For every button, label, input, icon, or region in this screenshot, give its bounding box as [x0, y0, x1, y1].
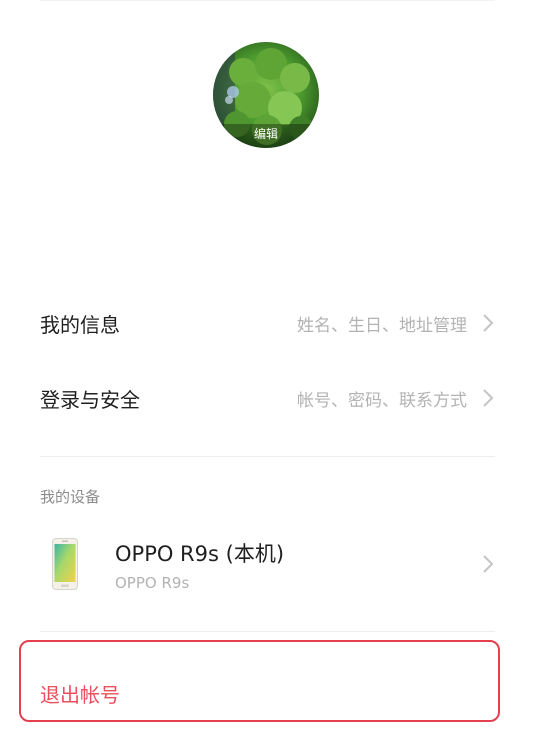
- logout-label: 退出帐号: [40, 683, 120, 707]
- my-info-title: 我的信息: [40, 312, 120, 337]
- my-info-hint: 姓名、生日、地址管理: [297, 315, 467, 336]
- my-info-row[interactable]: 我的信息 姓名、生日、地址管理: [40, 298, 495, 348]
- login-security-row[interactable]: 登录与安全 帐号、密码、联系方式: [40, 373, 495, 423]
- avatar[interactable]: 编辑: [213, 42, 319, 148]
- top-divider: [40, 0, 495, 1]
- logout-divider: [40, 631, 495, 632]
- my-devices-section-label: 我的设备: [40, 488, 101, 506]
- chevron-right-icon: [483, 389, 494, 407]
- chevron-right-icon: [483, 314, 494, 332]
- logout-button[interactable]: 退出帐号: [19, 640, 500, 722]
- device-name: OPPO R9s (本机): [115, 542, 285, 566]
- login-security-title: 登录与安全: [40, 387, 140, 412]
- device-item[interactable]: OPPO R9s (本机) OPPO R9s: [40, 532, 495, 600]
- section-divider: [40, 456, 495, 457]
- device-model: OPPO R9s: [115, 574, 190, 592]
- avatar-edit-label[interactable]: 编辑: [213, 124, 319, 148]
- phone-icon: [52, 538, 78, 590]
- login-security-hint: 帐号、密码、联系方式: [297, 390, 467, 411]
- chevron-right-icon: [483, 555, 494, 573]
